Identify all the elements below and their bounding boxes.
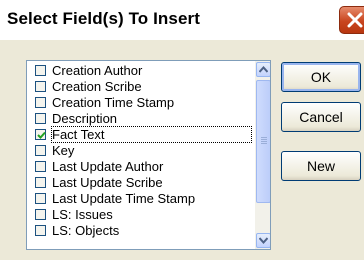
- grip-line: [261, 143, 267, 144]
- scroll-down-button[interactable]: [256, 233, 270, 248]
- arrow-down-icon: [259, 237, 268, 244]
- list-item[interactable]: LS: Objects: [35, 223, 250, 239]
- field-checkbox[interactable]: [35, 161, 46, 172]
- field-label: Last Update Time Stamp: [52, 191, 196, 206]
- scroll-thumb[interactable]: [256, 80, 270, 203]
- field-checkbox[interactable]: [35, 177, 46, 188]
- select-fields-dialog: Select Field(s) To Insert Creation Autho…: [0, 0, 364, 260]
- list-item[interactable]: Creation Scribe: [35, 79, 250, 95]
- field-checkbox[interactable]: [35, 209, 46, 220]
- close-icon: [347, 12, 363, 28]
- arrow-up-icon: [259, 66, 268, 73]
- fields-listbox[interactable]: Creation Author Creation Scribe Creation T…: [26, 60, 271, 250]
- field-checkbox[interactable]: [35, 225, 46, 236]
- cancel-button[interactable]: Cancel: [281, 102, 361, 132]
- field-checkbox[interactable]: [35, 145, 46, 156]
- dialog-title: Select Field(s) To Insert: [7, 9, 201, 28]
- field-checkbox[interactable]: [35, 97, 46, 108]
- list-item[interactable]: Creation Author: [35, 63, 250, 79]
- scroll-up-button[interactable]: [256, 62, 270, 77]
- field-checkbox[interactable]: [35, 65, 46, 76]
- field-checkbox[interactable]: [35, 129, 46, 140]
- list-item[interactable]: Description: [35, 111, 250, 127]
- checkmark-icon: [37, 131, 46, 139]
- field-checkbox[interactable]: [35, 81, 46, 92]
- field-label: Creation Author: [52, 63, 143, 78]
- field-label: LS: Objects: [52, 223, 120, 238]
- field-label: Creation Time Stamp: [52, 95, 175, 110]
- field-checkbox[interactable]: [35, 113, 46, 124]
- field-checkbox[interactable]: [35, 193, 46, 204]
- ok-button[interactable]: OK: [281, 62, 361, 92]
- grip-line: [261, 141, 267, 142]
- list-item[interactable]: Last Update Time Stamp: [35, 191, 250, 207]
- list-item[interactable]: Last Update Author: [35, 159, 250, 175]
- grip-line: [261, 139, 267, 140]
- close-button[interactable]: [339, 6, 364, 34]
- vertical-scrollbar[interactable]: [255, 61, 270, 249]
- new-button[interactable]: New: [281, 151, 361, 181]
- field-label: LS: Issues: [52, 207, 113, 222]
- list-item[interactable]: Fact Text: [35, 126, 252, 143]
- title-bar[interactable]: Select Field(s) To Insert: [0, 0, 364, 40]
- field-label: Key: [52, 143, 75, 158]
- field-label: Last Update Scribe: [52, 175, 163, 190]
- list-item[interactable]: Creation Time Stamp: [35, 95, 250, 111]
- focus-outline: [51, 126, 252, 143]
- list-item[interactable]: LS: Issues: [35, 207, 250, 223]
- field-label: Creation Scribe: [52, 79, 142, 94]
- grip-line: [261, 137, 267, 138]
- field-label: Last Update Author: [52, 159, 164, 174]
- list-item[interactable]: Last Update Scribe: [35, 175, 250, 191]
- list-item[interactable]: Key: [35, 143, 250, 159]
- field-label: Description: [52, 111, 118, 126]
